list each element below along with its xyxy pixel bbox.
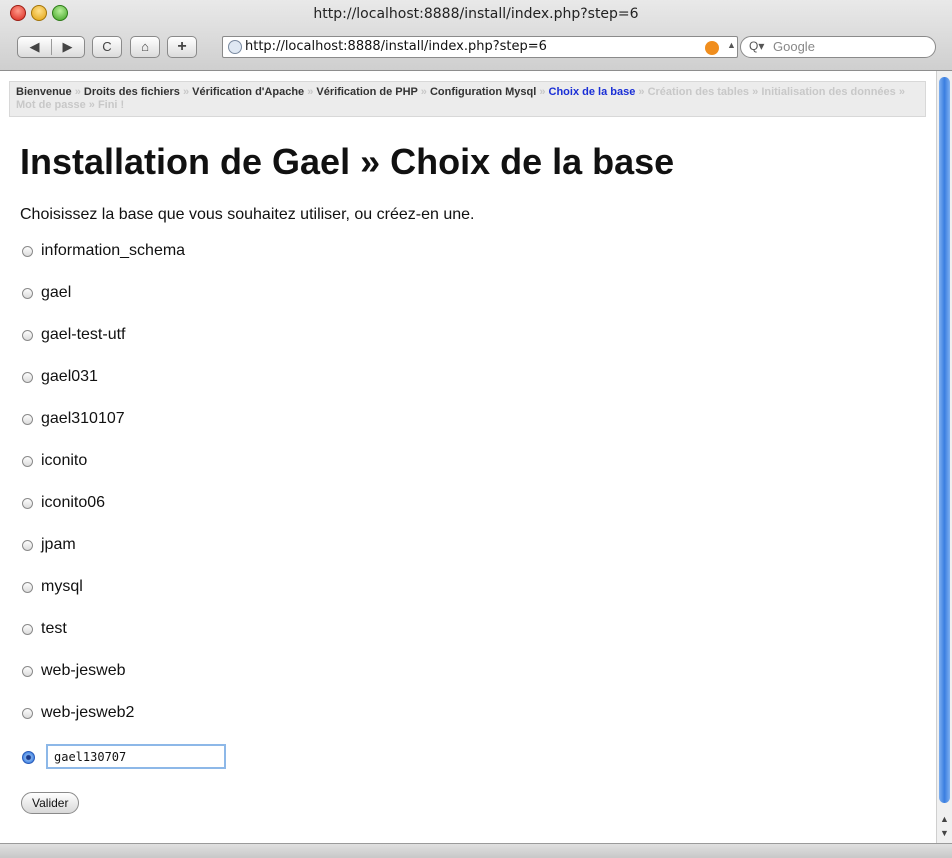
- database-label: gael031: [41, 368, 98, 385]
- database-option[interactable]: iconito: [22, 451, 87, 471]
- page-title: Installation de Gael » Choix de la base: [20, 141, 675, 182]
- breadcrumb-step[interactable]: Bienvenue: [16, 86, 72, 98]
- database-label: gael: [41, 284, 72, 301]
- search-placeholder: Google: [773, 39, 815, 54]
- breadcrumb-separator: »: [182, 86, 190, 98]
- database-option[interactable]: jpam: [22, 535, 76, 555]
- breadcrumb-step: Choix de la base: [548, 86, 636, 98]
- database-option[interactable]: gael310107: [22, 409, 125, 429]
- database-option[interactable]: information_schema: [22, 241, 185, 261]
- database-option[interactable]: gael: [22, 283, 71, 303]
- reload-button[interactable]: C: [92, 36, 122, 58]
- valider-button[interactable]: Valider: [21, 792, 80, 814]
- database-label: gael-test-utf: [41, 326, 126, 343]
- scroll-down-icon[interactable]: ▼: [940, 828, 949, 838]
- database-label: mysql: [41, 578, 83, 595]
- database-label: iconito: [41, 452, 88, 469]
- breadcrumb-separator: »: [88, 99, 95, 111]
- breadcrumb-step[interactable]: Vérification de PHP: [316, 86, 417, 98]
- reload-icon: C: [102, 39, 112, 54]
- database-label: web-jesweb2: [41, 704, 135, 721]
- page-content: Bienvenue » Droits des fichiers » Vérifi…: [0, 71, 936, 843]
- new-database-option[interactable]: [22, 747, 43, 767]
- database-radio[interactable]: [22, 371, 33, 383]
- forward-button[interactable]: ▶: [51, 37, 84, 57]
- breadcrumb-step: Fini !: [97, 99, 125, 111]
- back-button[interactable]: ◀: [18, 37, 51, 57]
- address-text: http://localhost:8888/install/index.php?…: [245, 39, 547, 54]
- status-bar: [0, 843, 952, 858]
- database-radio[interactable]: [22, 455, 33, 467]
- database-label: test: [41, 620, 67, 637]
- breadcrumb-separator: »: [539, 86, 546, 98]
- database-radio[interactable]: [22, 581, 33, 593]
- database-label: jpam: [41, 536, 76, 553]
- database-label: information_schema: [41, 242, 186, 259]
- database-label: web-jesweb: [41, 662, 126, 679]
- breadcrumb-separator: »: [752, 86, 759, 98]
- database-option[interactable]: iconito06: [22, 493, 105, 513]
- breadcrumb: Bienvenue » Droits des fichiers » Vérifi…: [9, 81, 926, 117]
- breadcrumb-separator: »: [420, 86, 427, 98]
- database-radio[interactable]: [22, 287, 33, 299]
- breadcrumb-step: Initialisation des données: [761, 86, 896, 98]
- search-icon[interactable]: Q▾: [749, 39, 764, 53]
- database-radio[interactable]: [22, 329, 33, 341]
- database-option[interactable]: web-jesweb2: [22, 703, 134, 723]
- home-button[interactable]: ⌂: [130, 36, 160, 58]
- breadcrumb-step[interactable]: Droits des fichiers: [84, 86, 180, 98]
- add-bookmark-button[interactable]: +: [167, 36, 197, 58]
- new-database-radio[interactable]: [22, 750, 35, 764]
- database-label: gael310107: [41, 410, 125, 427]
- database-radio[interactable]: [22, 665, 33, 677]
- database-option[interactable]: gael031: [22, 367, 98, 387]
- chevron-up-icon[interactable]: ▲: [727, 40, 736, 50]
- breadcrumb-separator: »: [898, 86, 905, 98]
- database-radio[interactable]: [22, 623, 33, 635]
- scroll-up-icon[interactable]: ▲: [940, 814, 949, 824]
- window-title: http://localhost:8888/install/index.php?…: [313, 6, 639, 22]
- snapback-icon[interactable]: [705, 41, 719, 55]
- browser-window: http://localhost:8888/install/index.php?…: [0, 0, 952, 858]
- globe-icon: [228, 40, 242, 54]
- intro-text: Choisissez la base que vous souhaitez ut…: [20, 206, 475, 223]
- address-bar[interactable]: http://localhost:8888/install/index.php?…: [222, 36, 738, 58]
- scroll-thumb[interactable]: [939, 77, 950, 803]
- search-field[interactable]: Q▾ Google: [740, 36, 936, 58]
- breadcrumb-step[interactable]: Configuration Mysql: [430, 86, 536, 98]
- database-label: iconito06: [41, 494, 106, 511]
- new-database-field[interactable]: [46, 744, 226, 769]
- database-radio[interactable]: [22, 707, 33, 719]
- breadcrumb-separator: »: [638, 86, 645, 98]
- back-forward-buttons: ◀ ▶: [17, 36, 85, 58]
- database-option[interactable]: web-jesweb: [22, 661, 125, 681]
- breadcrumb-separator: »: [74, 86, 81, 98]
- plus-icon: +: [177, 38, 187, 55]
- home-icon: ⌂: [141, 39, 149, 54]
- database-option[interactable]: gael-test-utf: [22, 325, 125, 345]
- database-radio[interactable]: [22, 497, 33, 509]
- database-radio[interactable]: [22, 413, 33, 425]
- database-option[interactable]: mysql: [22, 577, 83, 597]
- database-radio[interactable]: [22, 245, 33, 257]
- breadcrumb-step: Mot de passe: [16, 99, 86, 111]
- database-option[interactable]: test: [22, 619, 67, 639]
- breadcrumb-step[interactable]: Vérification d'Apache: [192, 86, 304, 98]
- database-radio[interactable]: [22, 539, 33, 551]
- breadcrumb-separator: »: [307, 86, 314, 98]
- browser-toolbar: http://localhost:8888/install/index.php?…: [0, 0, 952, 71]
- breadcrumb-step: Création des tables: [647, 86, 750, 98]
- vertical-scrollbar[interactable]: ▲ ▼: [936, 71, 952, 843]
